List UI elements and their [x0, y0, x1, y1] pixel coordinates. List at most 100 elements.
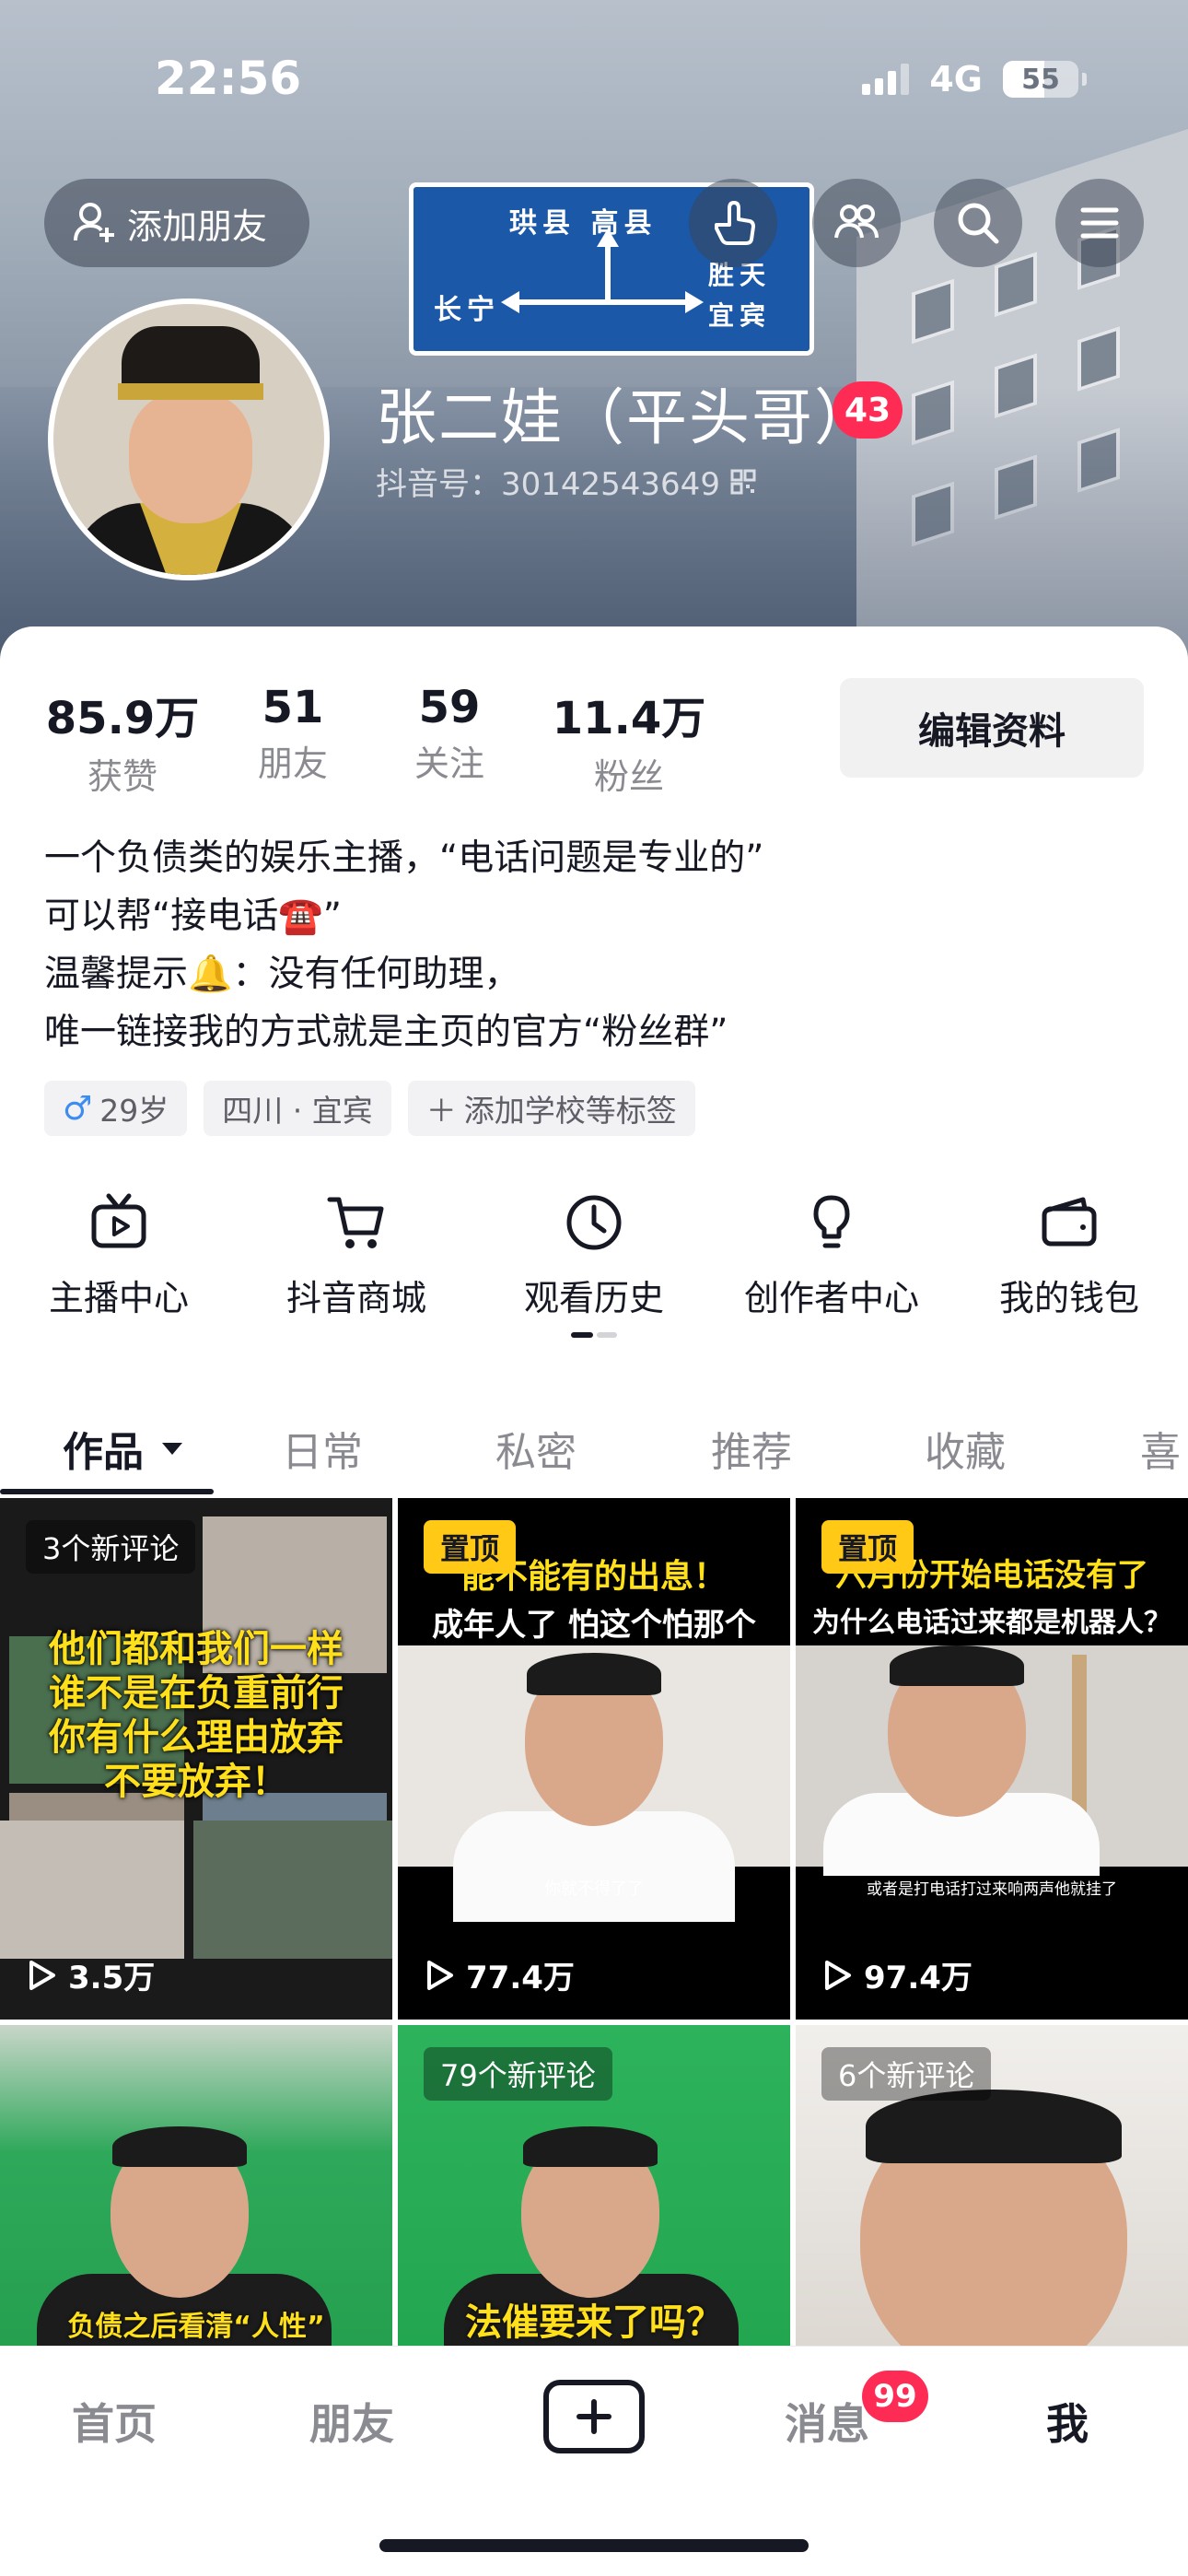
name-badge[interactable]: 43 — [833, 381, 903, 439]
shortcut-wallet[interactable]: 我的钱包 — [950, 1188, 1188, 1320]
stat-label: 关注 — [413, 744, 484, 784]
video-grid: 他们都和我们一样 谁不是在负重前行 你有什么理由放弃 不要放弃！ 3个新评论 3… — [0, 1498, 1188, 2346]
nav-friends[interactable]: 朋友 — [309, 2391, 394, 2452]
douyin-id[interactable]: 抖音号：30142543649 — [376, 459, 757, 504]
signal-icon — [862, 64, 910, 95]
play-icon — [29, 1960, 55, 1990]
tag-add-school[interactable]: ＋ 添加学校等标签 — [407, 1081, 695, 1136]
cart-icon — [327, 1197, 384, 1248]
bio-line: 温馨提示🔔：没有任何助理， — [44, 954, 520, 995]
video-headline: 法催要来了吗？ — [465, 2301, 723, 2344]
play-count: 97.4万 — [864, 1960, 973, 1996]
shortcut-mall[interactable]: 抖音商城 — [238, 1188, 475, 1320]
stat-followers[interactable]: 11.4万 粉丝 — [514, 682, 744, 799]
battery-level: 55 — [1021, 63, 1060, 96]
fans-group-button[interactable] — [812, 179, 901, 267]
tab-daily[interactable]: 日常 — [282, 1400, 363, 1496]
pinned-badge: 置顶 — [821, 1520, 914, 1574]
stat-label: 获赞 — [87, 756, 157, 797]
tab-recommended[interactable]: 推荐 — [711, 1400, 792, 1496]
video-tile[interactable]: 能不能有的出息！ 成年人了 怕这个怕那个 你就不得了了 置顶 77.4万 — [398, 1498, 790, 2020]
home-indicator — [379, 2539, 809, 2552]
nav-home[interactable]: 首页 — [72, 2391, 157, 2452]
video-tile[interactable]: 6个新评论 — [796, 2025, 1188, 2346]
avatar[interactable] — [48, 299, 330, 580]
stat-value: 85.9万 — [45, 693, 200, 744]
add-friend-button[interactable]: 添加朋友 — [44, 179, 309, 267]
video-headline: 负债之后看清“人性” — [67, 2311, 325, 2343]
add-user-icon — [74, 203, 114, 242]
stat-label: 朋友 — [257, 744, 328, 784]
stat-value: 11.4万 — [552, 693, 706, 744]
video-headline-2: 成年人了 怕这个怕那个 — [432, 1607, 756, 1644]
tag-add-text: 添加学校等标签 — [463, 1093, 677, 1129]
plus-icon — [577, 2399, 611, 2434]
douyin-id-text: 抖音号：30142543649 — [376, 466, 720, 503]
video-subtitle: 你就不得了了 — [544, 1879, 644, 1899]
shortcut-creator-center[interactable]: 创作者中心 — [713, 1188, 950, 1320]
search-button[interactable] — [934, 179, 1022, 267]
bio-line: 唯一链接我的方式就是主页的官方“粉丝群” — [44, 1012, 728, 1053]
tag-gender-age[interactable]: ♂ 29岁 — [44, 1081, 188, 1136]
shortcut-row: 主播中心 抖音商城 观看历史 创作者中心 我的钱包 — [0, 1188, 1188, 1320]
tag-location[interactable]: 四川 · 宜宾 — [204, 1081, 391, 1136]
tag-age-text: 29岁 — [99, 1093, 169, 1129]
shortcut-label: 抖音商城 — [285, 1278, 426, 1318]
video-tile[interactable]: 法催要来了吗？ 79个新评论 — [398, 2025, 790, 2346]
tab-works[interactable]: 作品 — [63, 1400, 188, 1496]
menu-button[interactable] — [1055, 179, 1144, 267]
avatar-face — [129, 392, 252, 523]
caret-down-icon — [162, 1443, 182, 1455]
video-tile[interactable]: 六月份开始电话没有了 为什么电话过来都是机器人？ 或者是打电话打过来响两声他就挂… — [796, 1498, 1188, 2020]
qr-code-icon — [730, 469, 756, 494]
play-icon — [427, 1960, 453, 1990]
video-headline-2: 为什么电话过来都是机器人？ — [812, 1607, 1171, 1639]
people-icon — [834, 205, 879, 239]
stat-friends[interactable]: 51 朋友 — [201, 682, 385, 799]
male-icon: ♂ — [63, 1089, 93, 1128]
bio-line: 一个负债类的娱乐主播，“电话问题是专业的” — [44, 837, 764, 879]
tab-private[interactable]: 私密 — [495, 1400, 577, 1496]
tab-active-underline — [0, 1489, 214, 1494]
tab-label: 作品 — [63, 1429, 144, 1476]
status-indicators: 4G 55 — [862, 59, 1087, 100]
video-headline: 他们都和我们一样 谁不是在负重前行 你有什么理由放弃 不要放弃！ — [49, 1628, 344, 1803]
stat-value: 51 — [262, 682, 324, 733]
shortcut-label: 创作者中心 — [743, 1278, 919, 1318]
video-plays: 97.4万 — [821, 1952, 973, 1997]
wallet-icon — [1042, 1197, 1097, 1247]
shortcut-label: 我的钱包 — [998, 1278, 1139, 1318]
status-time: 22:56 — [155, 52, 302, 105]
video-tile[interactable]: 他们都和我们一样 谁不是在负重前行 你有什么理由放弃 不要放弃！ 3个新评论 3… — [0, 1498, 392, 2020]
hand-pointer-icon — [715, 201, 755, 245]
content-tabs: 作品 日常 私密 推荐 收藏 喜 — [0, 1400, 1188, 1496]
search-icon — [958, 203, 999, 244]
video-badge: 79个新评论 — [424, 2047, 612, 2101]
clock-icon — [566, 1195, 622, 1250]
stat-following[interactable]: 59 关注 — [385, 682, 514, 799]
tv-icon — [91, 1193, 146, 1248]
lightbulb-icon — [813, 1195, 850, 1248]
stat-value: 59 — [418, 682, 481, 733]
nav-messages[interactable]: 消息 — [785, 2391, 869, 2452]
menu-icon — [1080, 207, 1119, 239]
video-tile[interactable]: 负债之后看清“人性” — [0, 2025, 392, 2346]
shortcut-history[interactable]: 观看历史 — [475, 1188, 713, 1320]
bio-line: 可以帮“接电话☎️” — [44, 896, 342, 937]
pinned-badge: 置顶 — [424, 1520, 517, 1574]
stat-label: 粉丝 — [593, 756, 664, 797]
network-type: 4G — [929, 59, 983, 100]
tab-favorites[interactable]: 收藏 — [925, 1400, 1006, 1496]
edit-profile-button[interactable]: 编辑资料 — [840, 678, 1144, 778]
stat-likes[interactable]: 85.9万 获赞 — [44, 682, 201, 799]
video-plays: 77.4万 — [424, 1952, 575, 1997]
play-count: 77.4万 — [466, 1960, 575, 1996]
hand-pointer-button[interactable] — [689, 179, 777, 267]
create-post-button[interactable] — [543, 2380, 645, 2453]
nav-me[interactable]: 我 — [1046, 2391, 1089, 2452]
messages-badge: 99 — [862, 2371, 928, 2422]
video-plays: 3.5万 — [26, 1952, 155, 1997]
tab-likes[interactable]: 喜 — [1140, 1400, 1181, 1496]
shortcut-streamer-center[interactable]: 主播中心 — [0, 1188, 238, 1320]
shortcut-label: 主播中心 — [48, 1278, 189, 1318]
